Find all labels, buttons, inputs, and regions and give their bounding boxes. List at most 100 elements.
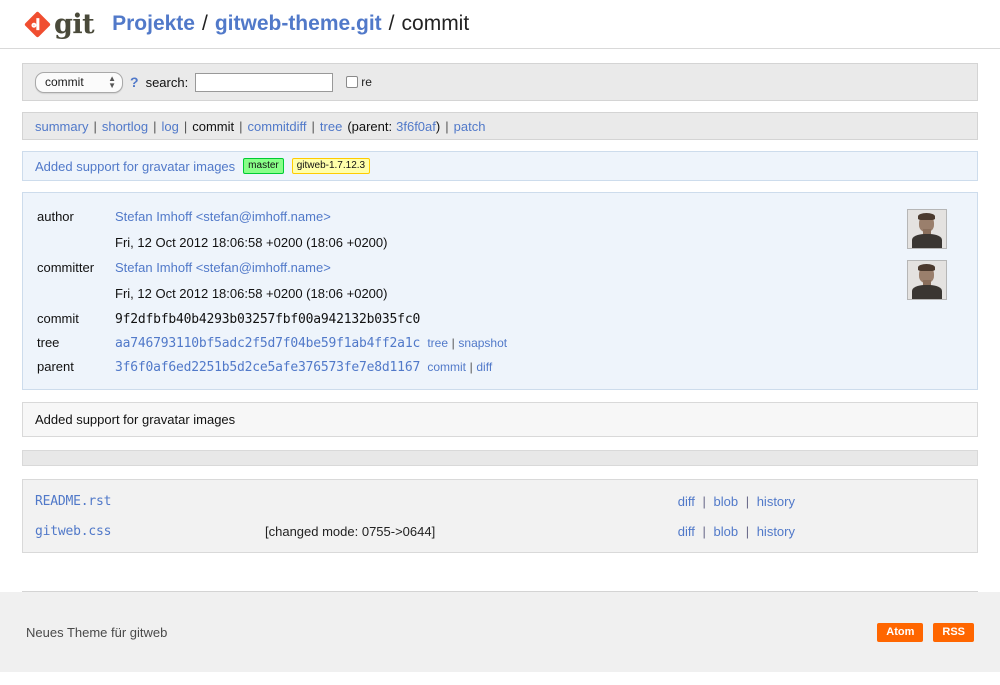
tree-hash-value: aa746793110bf5adc2f5d7f04be59f1ab4ff2a1c… xyxy=(115,331,977,355)
author-key: author xyxy=(23,205,115,231)
parent-hash-value: 3f6f0af6ed2251b5d2ce5afe376573fe7e8d1167… xyxy=(115,355,977,379)
file-actions-cell: diff | blob | history xyxy=(523,516,977,546)
file-link-separator-1: | xyxy=(702,494,705,509)
git-logo-text: git xyxy=(54,11,94,38)
git-diamond-icon xyxy=(24,11,51,38)
commit-subject-link[interactable]: Added support for gravatar images xyxy=(35,159,235,174)
nav-item-tree[interactable]: tree xyxy=(320,119,342,134)
tree-hash-link[interactable]: aa746793110bf5adc2f5d7f04be59f1ab4ff2a1c xyxy=(115,336,420,351)
committer-date-row: Fri, 12 Oct 2012 18:06:58 +0200 (18:06 +… xyxy=(23,282,977,308)
committer-key: committer xyxy=(23,256,115,282)
file-diff-link[interactable]: diff xyxy=(678,494,695,509)
nav-item-log[interactable]: log xyxy=(161,119,178,134)
breadcrumb-separator-1: / xyxy=(202,12,208,36)
breadcrumb: Projekte / gitweb-theme.git / commit xyxy=(112,12,469,36)
feed-buttons: Atom RSS xyxy=(877,623,974,642)
nav-item-patch[interactable]: patch xyxy=(454,119,486,134)
rss-feed-button[interactable]: RSS xyxy=(933,623,974,642)
regexp-checkbox-group[interactable]: re xyxy=(346,75,372,89)
parent-diff-link[interactable]: diff xyxy=(476,360,492,374)
committer-name-link[interactable]: Stefan Imhoff <stefan@imhoff.name> xyxy=(115,260,331,275)
parent-hash-link[interactable]: 3f6f0af6ed2251b5d2ce5afe376573fe7e8d1167 xyxy=(115,360,420,375)
file-mode-cell: [changed mode: 0755->0644] xyxy=(265,516,523,546)
file-mode-cell xyxy=(265,486,523,516)
nav-item-summary[interactable]: summary xyxy=(35,119,88,134)
nav-item-commitdiff[interactable]: commitdiff xyxy=(248,119,307,134)
changed-files-list: README.rst diff | blob | history gitweb.… xyxy=(22,479,978,553)
committer-avatar-cell xyxy=(907,256,977,307)
head-badge: master xyxy=(243,158,284,174)
tree-sub-links: tree | snapshot xyxy=(424,335,507,350)
avatar xyxy=(907,209,947,249)
snapshot-link[interactable]: snapshot xyxy=(458,336,507,350)
nav-separator-3: | xyxy=(184,119,187,134)
author-date-row: Fri, 12 Oct 2012 18:06:58 +0200 (18:06 +… xyxy=(23,231,977,257)
breadcrumb-projects-link[interactable]: Projekte xyxy=(112,12,195,36)
avatar-hair xyxy=(918,264,935,271)
author-name-link[interactable]: Stefan Imhoff <stefan@imhoff.name> xyxy=(115,209,331,224)
search-help-link[interactable]: ? xyxy=(130,74,139,90)
search-bar: commit ▲▼ ? search: re xyxy=(22,63,978,101)
commit-hash-text: 9f2dfbfb40b4293b03257fbf00a942132b035fc0 xyxy=(115,312,420,327)
commit-hash-value: 9f2dfbfb40b4293b03257fbf00a942132b035fc0 xyxy=(115,307,977,331)
author-date-value: Fri, 12 Oct 2012 18:06:58 +0200 (18:06 +… xyxy=(115,231,907,257)
file-name-cell: gitweb.css xyxy=(23,516,265,546)
file-history-link[interactable]: history xyxy=(757,494,795,509)
nav-parent-prefix: (parent: xyxy=(347,119,392,134)
parent-sub-links: commit | diff xyxy=(424,359,492,374)
tag-badge: gitweb-1.7.12.3 xyxy=(292,158,370,174)
footer-description: Neues Theme für gitweb xyxy=(26,625,167,640)
file-link-separator-2: | xyxy=(746,524,749,539)
avatar-hair xyxy=(918,213,935,220)
search-label: search: xyxy=(146,75,189,90)
file-link-separator-2: | xyxy=(746,494,749,509)
search-input[interactable] xyxy=(195,73,333,92)
avatar xyxy=(907,260,947,300)
breadcrumb-separator-2: / xyxy=(389,12,395,36)
regexp-label: re xyxy=(361,75,372,89)
tree-hash-row: tree aa746793110bf5adc2f5d7f04be59f1ab4f… xyxy=(23,331,977,355)
file-actions-cell: diff | blob | history xyxy=(523,486,977,516)
search-scope-wrapper: commit ▲▼ xyxy=(35,72,123,93)
author-avatar-cell xyxy=(907,205,977,256)
file-name-link[interactable]: README.rst xyxy=(35,494,111,509)
committer-date-value: Fri, 12 Oct 2012 18:06:58 +0200 (18:06 +… xyxy=(115,282,907,308)
search-scope-select[interactable]: commit xyxy=(35,72,123,93)
git-logo[interactable]: git xyxy=(28,11,94,38)
atom-feed-button[interactable]: Atom xyxy=(877,623,923,642)
file-name-cell: README.rst xyxy=(23,486,265,516)
parent-hash-key: parent xyxy=(23,355,115,379)
file-history-link[interactable]: history xyxy=(757,524,795,539)
commit-hash-row: commit 9f2dfbfb40b4293b03257fbf00a942132… xyxy=(23,307,977,331)
tree-link-separator: | xyxy=(452,336,455,350)
file-blob-link[interactable]: blob xyxy=(713,524,738,539)
parent-commit-link[interactable]: commit xyxy=(427,360,466,374)
committer-value: Stefan Imhoff <stefan@imhoff.name> xyxy=(115,256,907,282)
page-header: git Projekte / gitweb-theme.git / commit xyxy=(0,0,1000,49)
commit-message-box: Added support for gravatar images xyxy=(22,402,978,437)
table-row: README.rst diff | blob | history xyxy=(23,486,977,516)
commit-info-panel: author Stefan Imhoff <stefan@imhoff.name… xyxy=(22,192,978,390)
commit-title-bar: Added support for gravatar images master… xyxy=(22,151,978,181)
tree-link[interactable]: tree xyxy=(427,336,448,350)
file-blob-link[interactable]: blob xyxy=(713,494,738,509)
changed-files-table: README.rst diff | blob | history gitweb.… xyxy=(23,486,977,546)
nav-item-shortlog[interactable]: shortlog xyxy=(102,119,148,134)
regexp-checkbox[interactable] xyxy=(346,76,358,88)
file-name-link[interactable]: gitweb.css xyxy=(35,524,111,539)
breadcrumb-repo-link[interactable]: gitweb-theme.git xyxy=(215,12,382,36)
nav-separator-2: | xyxy=(153,119,156,134)
nav-separator-6: | xyxy=(445,119,448,134)
file-link-separator-1: | xyxy=(702,524,705,539)
page-body: commit ▲▼ ? search: re summary | shortlo… xyxy=(0,49,1000,592)
committer-row: committer Stefan Imhoff <stefan@imhoff.n… xyxy=(23,256,977,282)
parent-link-separator: | xyxy=(470,360,473,374)
nav-parent-hash-link[interactable]: 3f6f0af xyxy=(396,119,436,134)
nav-separator-4: | xyxy=(239,119,242,134)
avatar-body xyxy=(912,285,942,299)
author-value: Stefan Imhoff <stefan@imhoff.name> xyxy=(115,205,907,231)
author-date-key xyxy=(23,231,115,257)
file-diff-link[interactable]: diff xyxy=(678,524,695,539)
committer-date-text: Fri, 12 Oct 2012 18:06:58 +0200 (18:06 +… xyxy=(115,286,387,301)
avatar-body xyxy=(912,234,942,248)
